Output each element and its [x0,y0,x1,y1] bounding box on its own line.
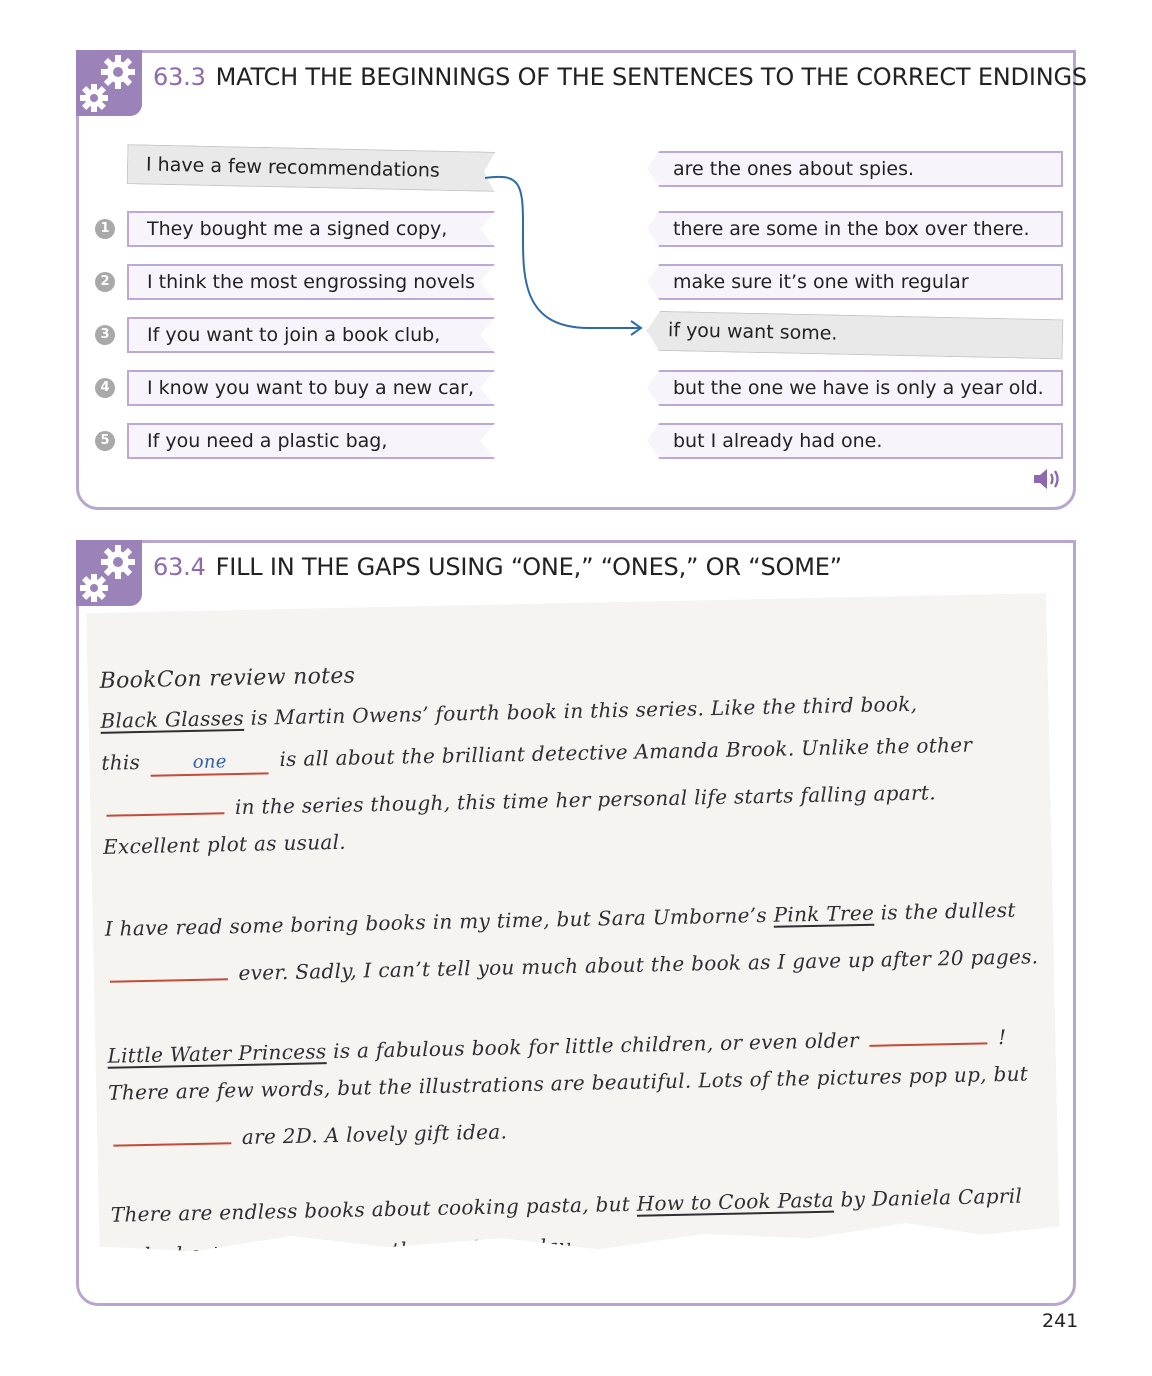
example-match-arrow [484,175,643,336]
book-title: Black Glasses [100,705,245,733]
notes-title: BookCon review notes [99,663,356,694]
gear-icon [76,540,142,606]
item-number-2: 2 [95,272,115,292]
right-item-5[interactable]: but I already had one. [647,423,1063,459]
book-title: Pink Tree [773,900,875,927]
right-item-3[interactable]: make sure it’s one with regular meetings… [647,264,1063,300]
gear-icon [76,50,142,116]
exercise-title: 63.4 FILL IN THE GAPS USING “ONE,” “ONES,… [153,553,842,581]
right-item-4[interactable]: but the one we have is only a year old. [647,370,1063,406]
page-number: 241 [1042,1310,1079,1332]
review-1-line-1: Black Glasses is Martin Owens’ fourth bo… [100,691,918,733]
review-3-line-1: Little Water Princess is a fabulous book… [107,1020,1007,1068]
item-number-5: 5 [95,431,115,451]
gap-3[interactable] [869,1020,987,1046]
gap-4[interactable] [113,1120,231,1146]
book-title: How to Cook Pasta [636,1187,835,1216]
exercise-number: 63.4 [153,553,206,581]
exercise-63-4-panel: 63.4 FILL IN THE GAPS USING “ONE,” “ONES,… [76,540,1076,1306]
review-4-line-2: is the best on the market today. [111,1234,575,1268]
example-left-card: I have a few recommendations [127,144,496,192]
left-item-3[interactable]: If you want to join a book club, [127,317,495,353]
review-1-line-4: Excellent plot as usual. [102,829,347,859]
left-item-2[interactable]: I think the most engrossing novels [127,264,495,300]
audio-speaker-icon[interactable] [1031,465,1063,493]
review-4-line-1: There are endless books about cooking pa… [110,1183,1023,1227]
exercise-title: 63.3 MATCH THE BEGINNINGS OF THE SENTENCE… [153,63,1087,91]
gap-answer-example: one [151,750,269,776]
exercise-instruction: MATCH THE BEGINNINGS OF THE SENTENCES TO… [215,63,1087,91]
book-title: Little Water Princess [107,1039,327,1068]
left-item-4[interactable]: I know you want to buy a new car, [127,370,495,406]
item-number-4: 4 [95,378,115,398]
review-2-line-1: I have read some boring books in my time… [104,897,1016,941]
review-1-line-3: in the series though, this time her pers… [102,775,936,821]
item-number-1: 1 [95,219,115,239]
right-item-2[interactable]: there are some in the box over there. [647,211,1063,247]
gap-2[interactable] [109,956,227,982]
left-item-5[interactable]: If you need a plastic bag, [127,423,495,459]
review-notes-paper: BookCon review notes Black Glasses is Ma… [86,593,1060,1273]
item-number-3: 3 [95,325,115,345]
gap-5[interactable] [230,1234,348,1260]
exercise-number: 63.3 [153,63,206,91]
right-item-1[interactable]: are the ones about spies. [647,151,1063,187]
example-right-card: if you want some. [647,311,1064,360]
exercise-instruction: FILL IN THE GAPS USING “ONE,” “ONES,” OR… [215,553,842,581]
exercise-63-3-panel: 63.3 MATCH THE BEGINNINGS OF THE SENTENCE… [76,50,1087,510]
review-3-line-3: are 2D. A lovely gift idea. [109,1114,507,1151]
review-2-line-2: ever. Sadly, I can’t tell you much about… [105,939,1038,988]
review-3-line-2: There are few words, but the illustratio… [107,1061,1029,1105]
left-item-1[interactable]: They bought me a signed copy, [127,211,495,247]
gap-1[interactable] [106,790,224,816]
review-1-line-2: this one is all about the brilliant dete… [101,732,973,776]
